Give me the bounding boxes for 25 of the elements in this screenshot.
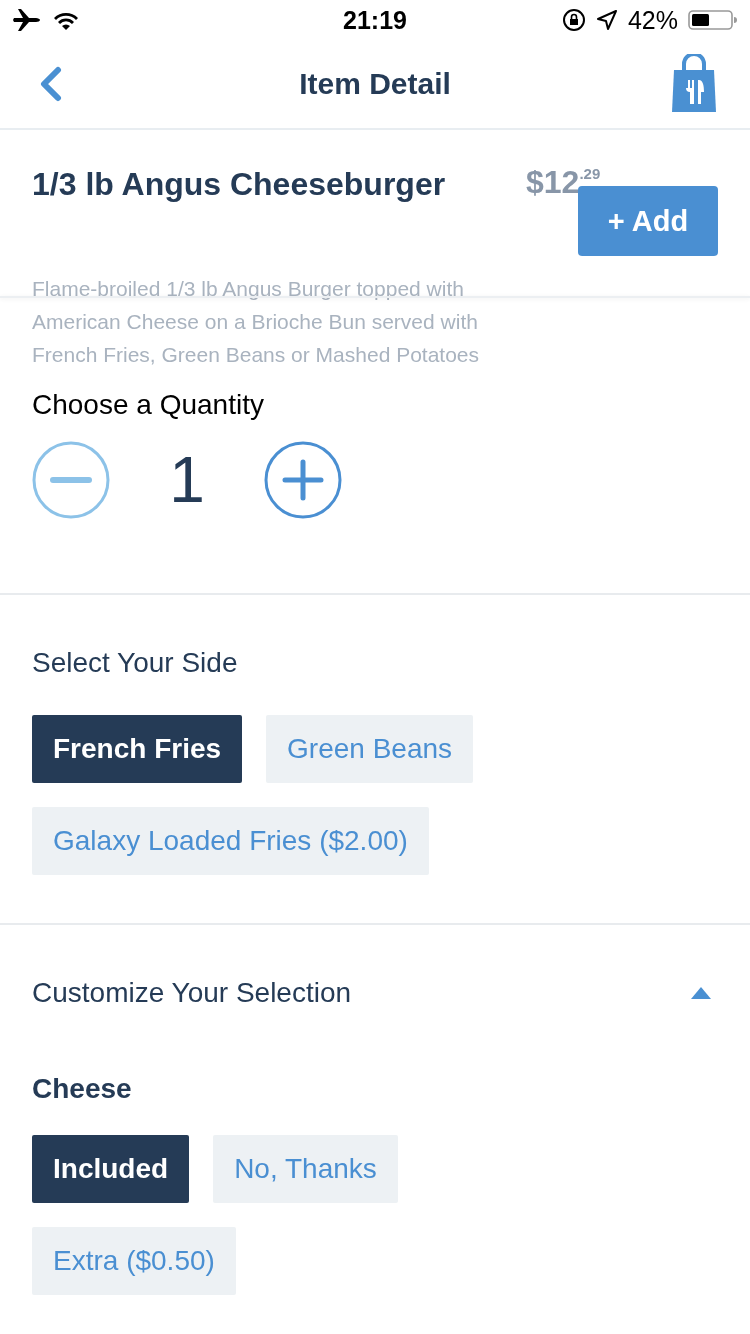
section-title: Customize Your Selection (32, 977, 352, 1009)
item-name: 1/3 lb Angus Cheeseburger (32, 166, 447, 203)
battery-percent: 42% (627, 5, 678, 35)
option-chip[interactable]: French Fries (32, 715, 243, 783)
increment-button[interactable] (264, 441, 342, 519)
shopping-bag-icon[interactable] (670, 54, 718, 114)
battery-icon (688, 9, 738, 31)
airplane-icon (12, 8, 42, 32)
group-title: Cheese (32, 1073, 133, 1105)
add-button[interactable]: + Add (578, 186, 718, 256)
back-button[interactable] (38, 66, 64, 102)
rotation-lock-icon (561, 8, 586, 32)
quantity-value: 1 (168, 443, 206, 517)
option-chip[interactable]: Included (32, 1135, 190, 1203)
option-chip[interactable]: Extra ($0.50) (32, 1227, 236, 1295)
item-description: Flame-broiled 1/3 lb Angus Burger topped with American Cheese on a Brioche Bun served with French Fries, Green Beans or Mashed Potatoes (32, 276, 481, 368)
collapse-icon[interactable] (690, 986, 712, 1000)
screen-title: Item Detail (299, 67, 451, 101)
section-title: Select Your Side (32, 647, 239, 679)
option-chip[interactable]: Green Beans (266, 715, 474, 783)
quantity-label: Choose a Quantity (32, 389, 265, 421)
option-chip[interactable]: Galaxy Loaded Fries ($2.00) (32, 807, 429, 875)
status-time: 21:19 (343, 5, 407, 35)
option-chip[interactable]: No, Thanks (213, 1135, 398, 1203)
location-icon (595, 9, 618, 31)
